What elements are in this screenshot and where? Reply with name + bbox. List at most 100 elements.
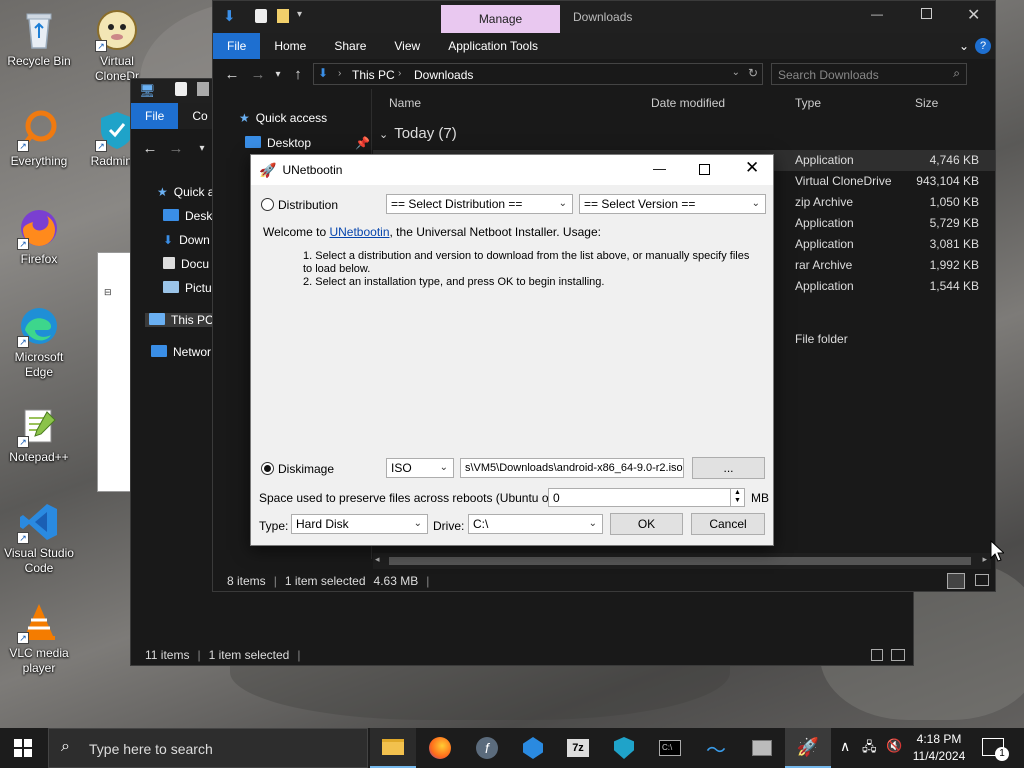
install-type-select[interactable]: Hard Disk ⌄ <box>291 514 428 534</box>
recent-locations-chevron-icon[interactable]: ▾ <box>271 69 285 80</box>
taskbar-7zip[interactable]: 7z <box>555 728 601 768</box>
pin-icon[interactable]: 📌 <box>355 136 370 150</box>
volume-muted-icon[interactable]: 🔇 <box>886 738 902 754</box>
new-folder-icon[interactable] <box>277 9 289 23</box>
address-bar[interactable]: ⬇ › This PC › Downloads ⌄ ↻ <box>313 63 763 85</box>
browse-button[interactable]: ... <box>692 457 765 479</box>
breadcrumb-downloads[interactable]: Downloads <box>414 68 473 82</box>
desktop-icon-vlc[interactable]: ↗ VLC media player <box>0 600 78 676</box>
ok-button[interactable]: OK <box>610 513 683 535</box>
folder-icon[interactable] <box>197 82 209 96</box>
sidebar-item-network[interactable]: Networ <box>151 345 211 359</box>
customize-toolbar-icon[interactable]: ▾ <box>297 9 302 20</box>
start-button[interactable] <box>0 728 46 768</box>
details-view-icon[interactable] <box>947 573 965 589</box>
desktop-icon-virtual-clonedrive[interactable]: ↗ Virtual CloneDr <box>78 8 156 84</box>
close-button[interactable]: ✕ <box>745 158 759 178</box>
tab-file[interactable]: File <box>213 33 261 59</box>
space-input[interactable]: 0 ▲ ▼ <box>548 488 745 507</box>
taskbar-firefox[interactable] <box>417 728 463 768</box>
details-view-icon[interactable] <box>871 649 883 661</box>
forward-arrow-icon[interactable]: → <box>245 66 271 83</box>
scroll-right-icon[interactable]: ▸ <box>982 554 987 565</box>
drive-select[interactable]: C:\ ⌄ <box>468 514 603 534</box>
address-history-chevron-icon[interactable]: ⌄ <box>732 67 740 78</box>
background-window-fragment[interactable]: ⊟ <box>97 252 131 492</box>
help-icon[interactable]: ? <box>975 38 991 54</box>
search-box[interactable]: Search Downloads ⌕ <box>771 63 967 85</box>
taskbar-radmin[interactable] <box>601 728 647 768</box>
sidebar-item-quick-access[interactable]: ★ Quick a <box>157 185 214 199</box>
diskimage-radio[interactable] <box>261 462 274 475</box>
properties-icon[interactable] <box>175 82 187 96</box>
title-bar[interactable]: ⬇ ▾ Manage Downloads — ✕ <box>213 1 995 33</box>
taskbar-terminal[interactable]: C:\ <box>647 728 693 768</box>
minimize-button[interactable]: — <box>871 7 883 21</box>
space-stepper[interactable]: ▲ ▼ <box>730 489 744 506</box>
close-button[interactable]: ✕ <box>967 5 980 25</box>
taskbar-file-explorer[interactable] <box>370 728 416 768</box>
sidebar-item-documents[interactable]: Docu <box>163 257 209 271</box>
desktop-icon-notepadpp[interactable]: ↗ Notepad++ <box>0 404 78 465</box>
group-header[interactable]: ⌄ Today (7) <box>379 125 457 142</box>
taskbar-flash[interactable]: f <box>464 728 510 768</box>
sidebar-item-desktop[interactable]: Deskt <box>163 209 216 223</box>
distribution-label[interactable]: Distribution <box>278 198 338 212</box>
distribution-radio[interactable] <box>261 198 274 211</box>
taskbar-search-input[interactable]: Type here to search <box>89 741 213 757</box>
image-path-input[interactable]: s\VM5\Downloads\android-x86_64-9.0-r2.is… <box>460 458 684 478</box>
forward-arrow-icon[interactable]: → <box>163 140 189 157</box>
tab-file[interactable]: File <box>131 103 179 129</box>
maximize-button[interactable] <box>921 8 932 19</box>
scroll-left-icon[interactable]: ◂ <box>375 554 380 565</box>
column-header-name[interactable]: Name <box>389 96 421 110</box>
horizontal-scrollbar[interactable]: ◂ ▸ <box>373 553 991 569</box>
search-input[interactable]: Search Downloads <box>778 68 879 82</box>
ribbon-expand-chevron-icon[interactable]: ⌄ <box>959 39 969 53</box>
desktop-icon-everything[interactable]: ↗ Everything <box>0 108 78 169</box>
sidebar-item-pictures[interactable]: Pictur <box>163 281 216 295</box>
version-select[interactable]: == Select Version == ⌄ <box>579 194 766 214</box>
maximize-button[interactable] <box>699 164 710 175</box>
taskbar-search-box[interactable]: ⌕ Type here to search <box>48 728 368 768</box>
tab-home[interactable]: Home <box>260 39 320 53</box>
desktop-icon-recycle-bin[interactable]: Recycle Bin <box>0 8 78 69</box>
back-arrow-icon[interactable]: ← <box>219 66 245 83</box>
taskbar-unetbootin[interactable]: 🚀 <box>785 728 831 768</box>
column-header-type[interactable]: Type <box>795 96 821 110</box>
cancel-button[interactable]: Cancel <box>691 513 765 535</box>
sidebar-item-downloads[interactable]: ⬇ Down <box>163 233 210 247</box>
tab-manage[interactable]: Manage <box>441 5 560 33</box>
large-icons-view-icon[interactable] <box>975 574 989 586</box>
image-type-select[interactable]: ISO ⌄ <box>386 458 454 478</box>
properties-icon[interactable] <box>255 9 267 23</box>
sidebar-item-desktop[interactable]: Desktop 📌 <box>245 136 370 150</box>
up-arrow-icon[interactable]: ↑ <box>285 66 311 83</box>
tab-share[interactable]: Share <box>320 39 380 53</box>
breadcrumb-this-pc[interactable]: This PC <box>352 68 395 82</box>
back-arrow-icon[interactable]: ← <box>137 140 163 157</box>
action-center-button[interactable]: 1 <box>982 738 1009 761</box>
desktop-icon-vscode[interactable]: ↗ Visual Studio Code <box>0 500 78 576</box>
column-header-size[interactable]: Size <box>915 96 938 110</box>
desktop-icon-edge[interactable]: ↗ Microsoft Edge <box>0 304 78 380</box>
taskbar-installer[interactable] <box>739 728 785 768</box>
taskbar-monitor[interactable]: 〜 <box>693 728 739 768</box>
refresh-icon[interactable]: ↻ <box>748 66 758 80</box>
network-status-icon[interactable]: 🖧 <box>862 738 877 760</box>
column-header-date[interactable]: Date modified <box>651 96 725 110</box>
sidebar-item-quick-access[interactable]: ★ Quick access <box>239 111 327 125</box>
title-bar[interactable]: 🚀 UNetbootin — ✕ <box>251 155 773 185</box>
unetbootin-link[interactable]: UNetbootin <box>329 225 389 239</box>
tab-application-tools[interactable]: Application Tools <box>434 39 552 53</box>
show-hidden-icons-chevron-icon[interactable]: ∧ <box>840 738 850 755</box>
distribution-select[interactable]: == Select Distribution == ⌄ <box>386 194 573 214</box>
diskimage-label[interactable]: Diskimage <box>278 462 334 476</box>
clock-date[interactable]: 11/4/2024 <box>910 749 968 763</box>
desktop-icon-firefox[interactable]: ↗ Firefox <box>0 206 78 267</box>
clock-time[interactable]: 4:18 PM <box>914 732 964 746</box>
taskbar-app-blue[interactable] <box>510 728 556 768</box>
scrollbar-thumb[interactable] <box>389 557 971 565</box>
unetbootin-dialog[interactable]: 🚀 UNetbootin — ✕ Distribution == Select … <box>250 154 774 546</box>
tab-view[interactable]: View <box>380 39 434 53</box>
